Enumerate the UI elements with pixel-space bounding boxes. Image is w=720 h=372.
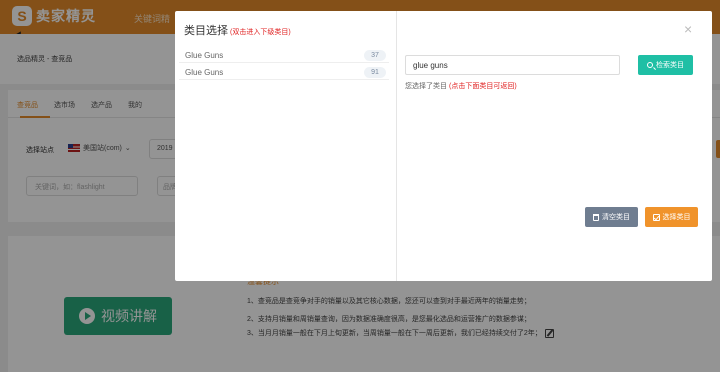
search-icon bbox=[647, 62, 653, 68]
category-name: Glue Guns bbox=[185, 68, 224, 77]
modal-title-text: 类目选择 bbox=[184, 25, 228, 37]
search-category-button[interactable]: 检索类目 bbox=[638, 55, 693, 75]
selected-label-text: 您选择了类目 bbox=[405, 83, 447, 90]
modal-divider bbox=[396, 11, 397, 281]
select-category-label: 选择类目 bbox=[662, 214, 691, 221]
close-icon[interactable]: × bbox=[684, 21, 692, 37]
modal-title-hint: (双击进入下级类目) bbox=[230, 29, 291, 36]
select-category-button[interactable]: 选择类目 bbox=[645, 207, 698, 227]
category-row[interactable]: Glue Guns 91 bbox=[179, 64, 389, 80]
checkbox-icon bbox=[652, 213, 660, 221]
trash-icon bbox=[593, 213, 599, 221]
selected-label-hint: (点击下面类目可返回) bbox=[449, 83, 517, 90]
category-select-modal: 类目选择 (双击进入下级类目) Glue Guns 37 Glue Guns 91… bbox=[175, 11, 712, 281]
category-row[interactable]: Glue Guns 37 bbox=[179, 47, 389, 63]
modal-title: 类目选择 (双击进入下级类目) bbox=[184, 22, 291, 38]
category-count-badge: 91 bbox=[364, 67, 386, 78]
category-name: Glue Guns bbox=[185, 51, 224, 60]
selected-category-label: 您选择了类目 (点击下面类目可返回) bbox=[405, 81, 517, 91]
clear-category-label: 清空类目 bbox=[602, 214, 630, 221]
category-count-badge: 37 bbox=[364, 50, 386, 61]
clear-category-button[interactable]: 清空类目 bbox=[585, 207, 638, 227]
search-category-label: 检索类目 bbox=[656, 62, 684, 69]
category-search-input[interactable] bbox=[405, 55, 620, 75]
